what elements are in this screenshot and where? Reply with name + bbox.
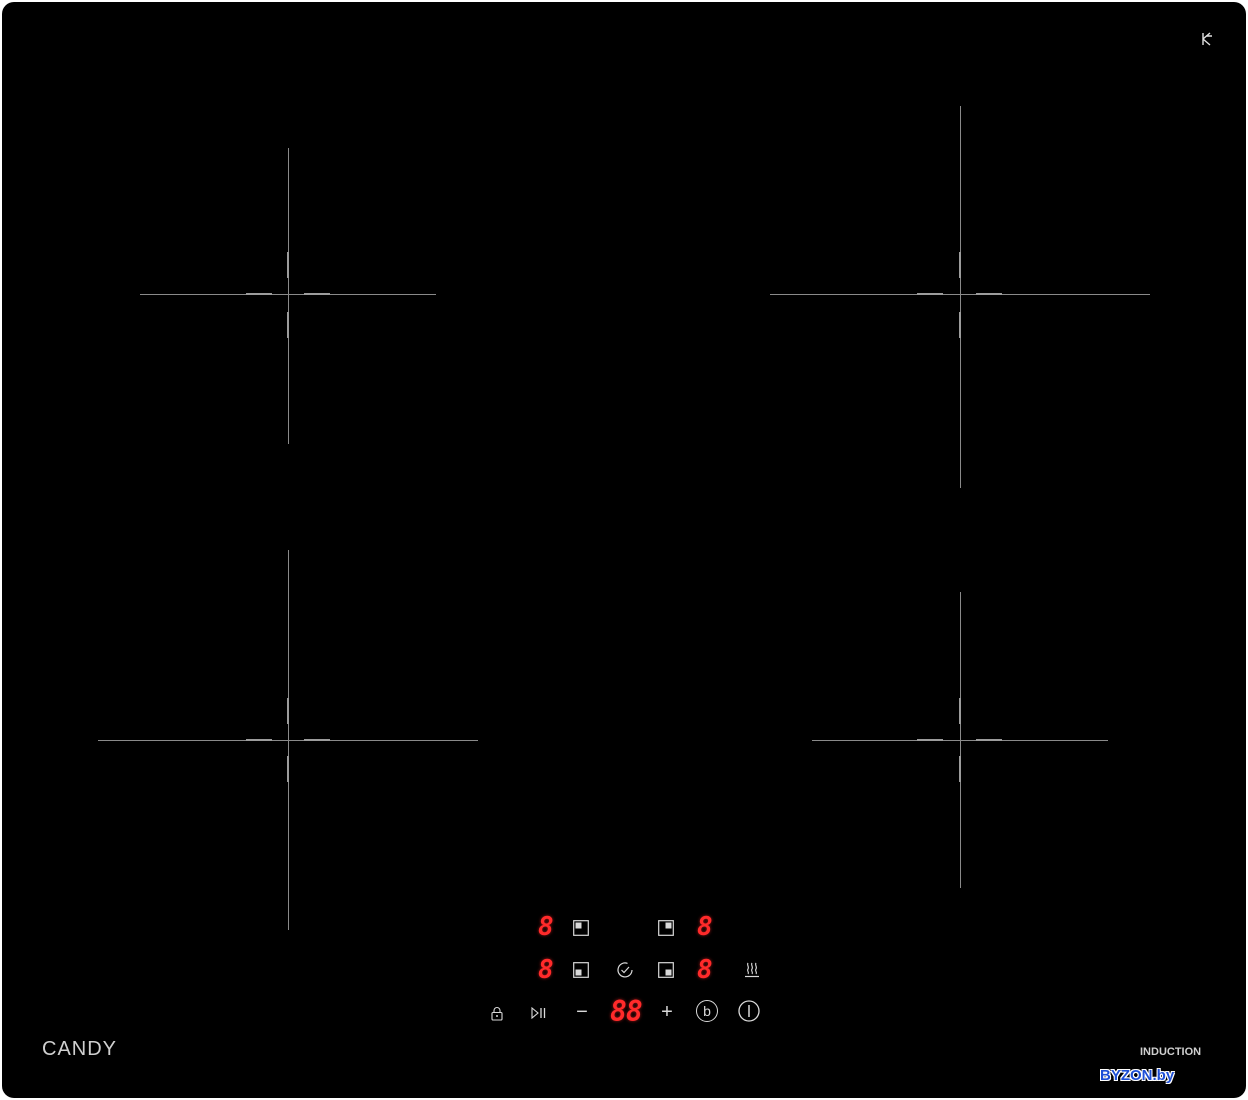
zone-front-right-icon (658, 962, 674, 978)
boost-button[interactable]: b (696, 1000, 718, 1022)
play-pause-icon (531, 1007, 546, 1019)
plus-button[interactable]: + (656, 1001, 678, 1023)
timer-check-button[interactable] (614, 959, 636, 981)
induction-label: INDUCTION (1140, 1046, 1202, 1058)
rear-right-power-display: 8 (697, 912, 713, 942)
front-left-zone-select-button[interactable] (572, 961, 590, 979)
minus-button[interactable]: − (571, 1001, 593, 1023)
power-button[interactable] (738, 1000, 760, 1022)
play-pause-button[interactable] (528, 1003, 550, 1023)
zone-rear-left-icon (573, 920, 589, 936)
timer-display: 88 (610, 995, 643, 1028)
hob-to-hood-icon (1200, 32, 1214, 49)
zone-rear-right-icon (658, 920, 674, 936)
front-left-power-display: 8 (538, 955, 554, 985)
induction-hob-surface: 8 8 8 8 − 88 + b CANDY INDUCTION (2, 2, 1246, 1098)
keep-warm-icon (745, 962, 759, 978)
lock-icon (491, 1006, 503, 1021)
front-right-power-display: 8 (697, 955, 713, 985)
watermark: BYZON.by (1100, 1067, 1175, 1084)
keep-warm-button[interactable] (741, 959, 763, 981)
brand-logo: CANDY (42, 1038, 118, 1060)
rear-left-power-display: 8 (538, 912, 554, 942)
zone-front-left-icon (573, 962, 589, 978)
power-icon (738, 1000, 760, 1022)
rear-right-zone-select-button[interactable] (657, 919, 675, 937)
front-right-zone-select-button[interactable] (657, 961, 675, 979)
timer-check-icon (617, 962, 633, 978)
lock-button[interactable] (488, 1003, 506, 1023)
rear-left-zone-select-button[interactable] (572, 919, 590, 937)
